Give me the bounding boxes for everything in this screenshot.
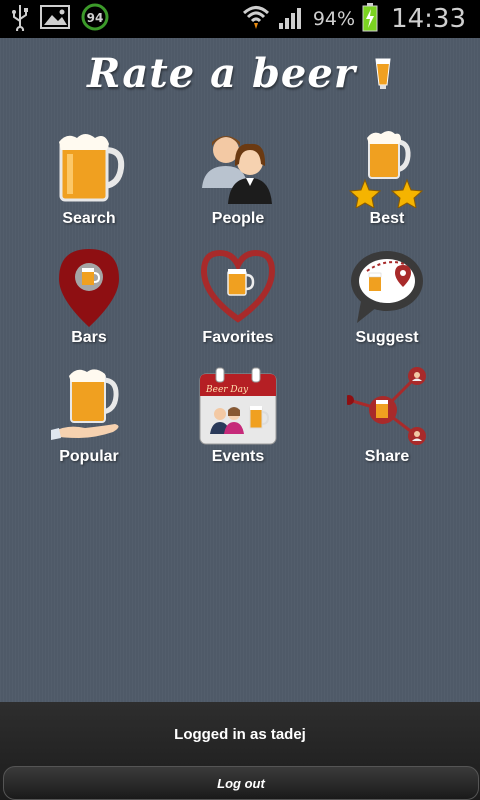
battery-percent: 94%: [312, 8, 356, 30]
calendar-icon: Beer Day: [198, 366, 278, 446]
menu-label: Events: [211, 448, 265, 465]
logged-in-text: Logged in as tadej: [174, 726, 306, 743]
menu-favorites[interactable]: Favorites: [163, 247, 313, 357]
logout-button[interactable]: Log out: [3, 766, 479, 800]
menu-bars[interactable]: Bars: [14, 247, 164, 357]
wifi-icon: [241, 3, 271, 35]
image-icon: [40, 5, 70, 33]
usb-icon: [10, 3, 30, 35]
beer-glass-icon: [373, 54, 393, 101]
menu-label: Favorites: [202, 329, 274, 346]
status-right: 94% 14:33: [241, 0, 466, 38]
share-network-icon: [344, 366, 427, 446]
map-pin-beer-icon: [49, 247, 129, 327]
app-title: Rate a beer: [0, 50, 480, 101]
calendar-text: Beer Day: [205, 385, 249, 395]
badge-94-icon: 94: [80, 2, 110, 36]
badge-number: 94: [87, 11, 104, 25]
beer-mug-icon: [49, 128, 129, 208]
menu-label: Share: [364, 448, 410, 465]
battery-icon: [361, 2, 379, 36]
app-title-text: Rate a beer: [87, 50, 356, 97]
menu-events[interactable]: Beer Day Events: [163, 366, 313, 476]
menu-best[interactable]: Best: [312, 128, 462, 238]
menu-label: Bars: [71, 329, 107, 346]
footer: Logged in as tadej Log out: [0, 702, 480, 800]
clock: 14:33: [391, 4, 466, 34]
menu-search[interactable]: Search: [14, 128, 164, 238]
speech-bubble-icon: [347, 247, 427, 327]
menu-label: Search: [62, 210, 116, 227]
beer-stars-icon: [347, 128, 427, 209]
heart-beer-icon: [198, 247, 278, 327]
status-left: 94: [10, 2, 110, 36]
menu-label: Best: [369, 210, 405, 227]
people-icon: [198, 128, 278, 208]
menu-label: People: [211, 210, 265, 227]
menu-people[interactable]: People: [163, 128, 313, 238]
beer-hand-icon: [49, 366, 129, 446]
menu-suggest[interactable]: Suggest: [312, 247, 462, 357]
menu-label: Suggest: [355, 329, 419, 346]
signal-icon: [277, 3, 307, 35]
status-bar: 94 94% 14:33: [0, 0, 480, 38]
menu-label: Popular: [59, 448, 119, 465]
menu-share[interactable]: Share: [312, 366, 462, 476]
menu-popular[interactable]: Popular: [14, 366, 164, 476]
main-panel: Rate a beer Search People Best Bars Favo…: [0, 38, 480, 702]
